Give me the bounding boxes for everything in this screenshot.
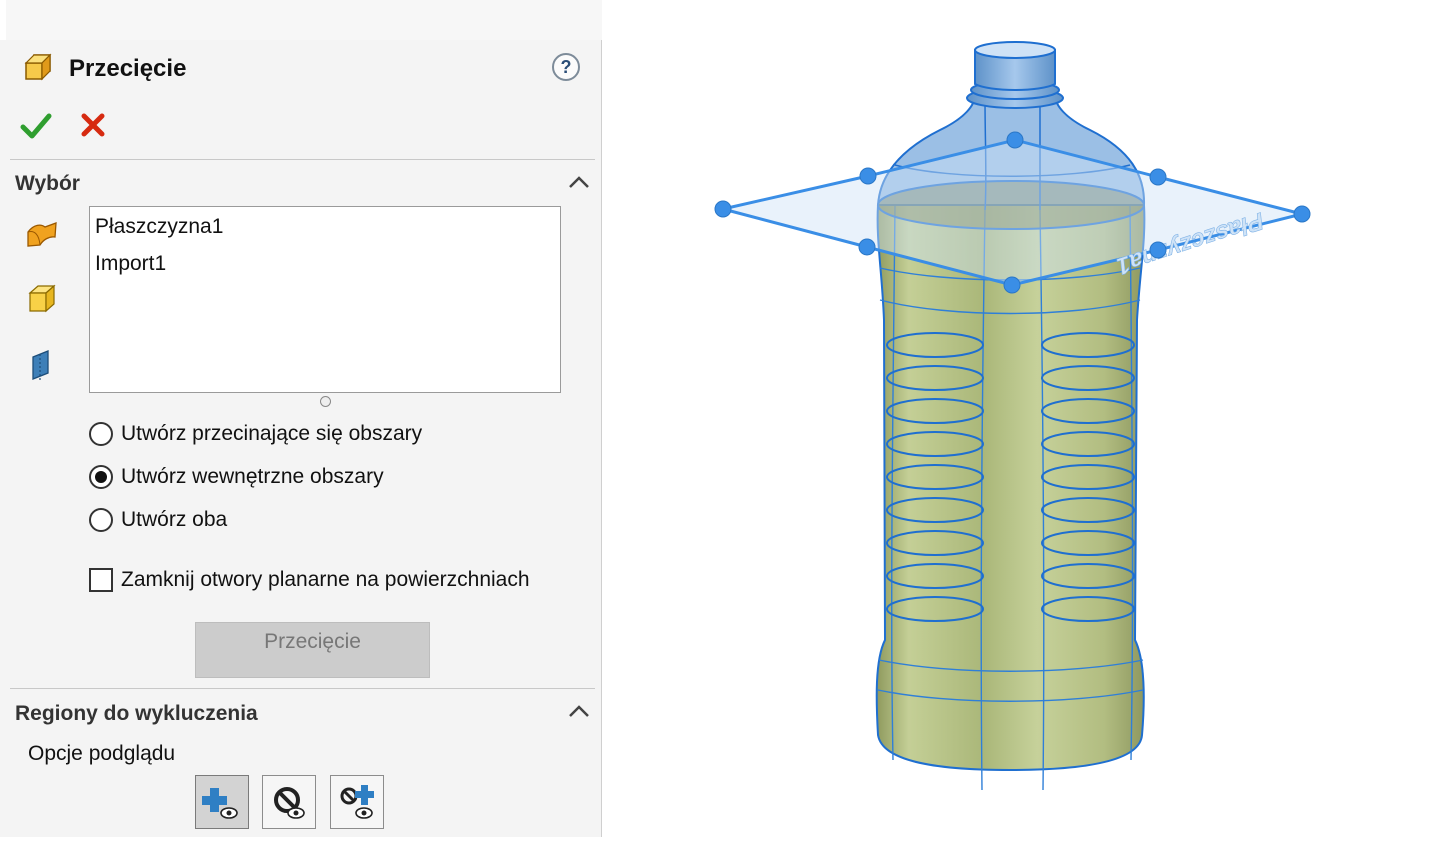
checkbox-label: Zamknij otwory planarne na powierzchniac… (121, 568, 530, 591)
radio-button[interactable] (89, 508, 113, 532)
graphics-viewport[interactable]: Płaszczyzna1 (603, 0, 1440, 837)
page-title: Przecięcie (69, 55, 187, 82)
radio-option-intersecting[interactable]: Utwórz przecinające się obszary (89, 422, 422, 446)
preview-options-label: Opcje podglądu (28, 742, 176, 765)
cancel-button[interactable] (80, 112, 106, 138)
plane-handle[interactable] (858, 238, 876, 256)
radio-label: Utwórz przecinające się obszary (121, 422, 423, 445)
intersect-feature-icon (24, 53, 52, 81)
radio-button[interactable] (89, 422, 113, 446)
chevron-up-icon[interactable] (568, 703, 590, 719)
plane-handle[interactable] (1149, 168, 1167, 186)
radio-button[interactable] (89, 465, 113, 489)
plane-handle[interactable] (1149, 241, 1167, 259)
panel-top-notch (0, 0, 6, 40)
show-excluded-button[interactable] (262, 775, 316, 829)
checkmark-icon (20, 113, 52, 139)
chevron-up-icon[interactable] (568, 174, 590, 190)
list-item[interactable]: Płaszczyzna1 (95, 215, 223, 239)
radio-label: Utwórz oba (121, 508, 228, 531)
close-holes-option[interactable]: Zamknij otwory planarne na powierzchniac… (89, 568, 530, 592)
panel-top-strip (0, 0, 602, 40)
help-button[interactable]: ? (552, 53, 580, 81)
resize-handle[interactable] (320, 396, 331, 407)
plane-handle[interactable] (714, 200, 732, 218)
section-header-selection[interactable]: Wybór (15, 172, 80, 196)
plane-handle[interactable] (859, 167, 877, 185)
bottle-model[interactable]: Płaszczyzna1 (603, 0, 1440, 837)
separator (10, 688, 595, 689)
section-header-exclusion[interactable]: Regiony do wykluczenia (15, 702, 258, 726)
radio-label: Utwórz wewnętrzne obszary (121, 465, 384, 488)
plane-face (723, 140, 1302, 285)
plane-handle[interactable] (1006, 131, 1024, 149)
cap-top (974, 41, 1056, 59)
ok-button[interactable] (20, 112, 52, 140)
plane-icon[interactable] (30, 349, 54, 383)
surface-icon[interactable] (25, 218, 59, 250)
close-holes-checkbox[interactable] (89, 568, 113, 592)
excluded-eye-icon (274, 787, 305, 819)
radio-option-both[interactable]: Utwórz oba (89, 508, 227, 532)
intersect-button[interactable]: Przecięcie (195, 622, 430, 678)
plane-handle[interactable] (1293, 205, 1311, 223)
property-manager-panel: Przecięcie ? Wybór Płaszczyzna1 Import1 … (0, 0, 602, 837)
both-eye-icon (340, 785, 374, 819)
separator (10, 159, 595, 160)
selection-list-box[interactable]: Płaszczyzna1 Import1 (89, 206, 561, 393)
radio-option-internal[interactable]: Utwórz wewnętrzne obszary (89, 465, 384, 489)
plane-handle[interactable] (1003, 276, 1021, 294)
solid-body-icon[interactable] (27, 283, 57, 315)
x-icon (81, 113, 105, 137)
list-item[interactable]: Import1 (95, 252, 166, 276)
show-included-button[interactable] (195, 775, 249, 829)
show-both-button[interactable] (330, 775, 384, 829)
add-eye-icon (202, 788, 238, 819)
